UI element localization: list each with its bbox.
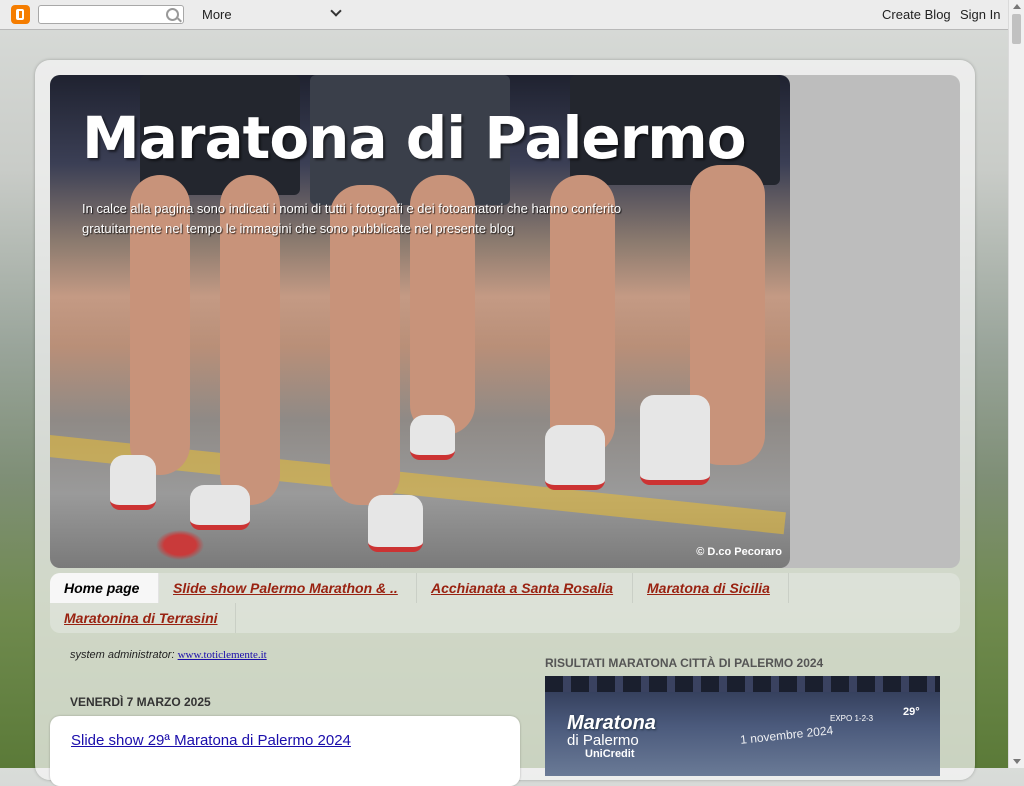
scroll-thumb[interactable] bbox=[1012, 14, 1021, 44]
tab-maratona-sicilia[interactable]: Maratona di Sicilia bbox=[633, 573, 789, 603]
search-input[interactable] bbox=[43, 7, 167, 24]
sysadmin-note: system administrator: www.toticlemente.i… bbox=[70, 649, 267, 661]
tab-home-page[interactable]: Home page bbox=[50, 573, 159, 603]
vertical-scrollbar[interactable] bbox=[1008, 0, 1024, 768]
post-title-link[interactable]: Slide show 29ª Maratona di Palermo 2024 bbox=[71, 732, 351, 749]
search-icon[interactable] bbox=[166, 8, 179, 21]
results-banner-image[interactable]: Maratona di Palermo UniCredit 1 novembre… bbox=[545, 676, 940, 776]
scroll-down-icon[interactable] bbox=[1013, 759, 1021, 764]
banner-edition: 29° bbox=[903, 706, 920, 718]
more-menu[interactable]: More bbox=[202, 7, 232, 22]
page-tabs: Home page Slide show Palermo Marathon & … bbox=[50, 573, 960, 633]
chevron-down-icon[interactable] bbox=[330, 5, 342, 17]
blog-description: In calce alla pagina sono indicati i nom… bbox=[82, 201, 622, 236]
running-shoe bbox=[410, 415, 455, 460]
running-shoe bbox=[545, 425, 605, 490]
date-header: VENERDÌ 7 MARZO 2025 bbox=[70, 695, 211, 709]
tab-maratonina-terrasini[interactable]: Maratonina di Terrasini bbox=[50, 603, 236, 633]
sidebar-widget-title: RISULTATI MARATONA CITTÀ DI PALERMO 2024 bbox=[545, 656, 824, 670]
search-box bbox=[38, 5, 184, 24]
banner-top-strip bbox=[545, 676, 940, 692]
banner-logo-subtitle: di Palermo bbox=[567, 732, 639, 749]
sysadmin-label: system administrator: bbox=[70, 649, 175, 661]
banner-expo: EXPO 1-2-3 bbox=[830, 714, 874, 723]
blogger-logo-icon[interactable] bbox=[11, 5, 30, 24]
post-card bbox=[50, 716, 520, 786]
blog-title[interactable]: Maratona di Palermo bbox=[82, 104, 747, 172]
tab-slide-show[interactable]: Slide show Palermo Marathon & .. bbox=[159, 573, 417, 603]
running-shoe bbox=[190, 485, 250, 530]
scroll-up-icon[interactable] bbox=[1013, 4, 1021, 9]
blogger-navbar: More Create Blog Sign In bbox=[0, 0, 1008, 30]
running-shoe bbox=[110, 455, 156, 510]
banner-date: 1 novembre 2024 bbox=[739, 723, 834, 747]
banner-sponsor: UniCredit bbox=[585, 748, 635, 760]
sysadmin-link[interactable]: www.toticlemente.it bbox=[178, 649, 267, 661]
create-blog-link[interactable]: Create Blog bbox=[882, 7, 951, 22]
sign-in-link[interactable]: Sign In bbox=[960, 7, 1000, 22]
running-shoe bbox=[640, 395, 710, 485]
running-shoe bbox=[368, 495, 423, 552]
tab-acchianata[interactable]: Acchianata a Santa Rosalia bbox=[417, 573, 633, 603]
photo-credit: © D.co Pecoraro bbox=[696, 546, 782, 558]
